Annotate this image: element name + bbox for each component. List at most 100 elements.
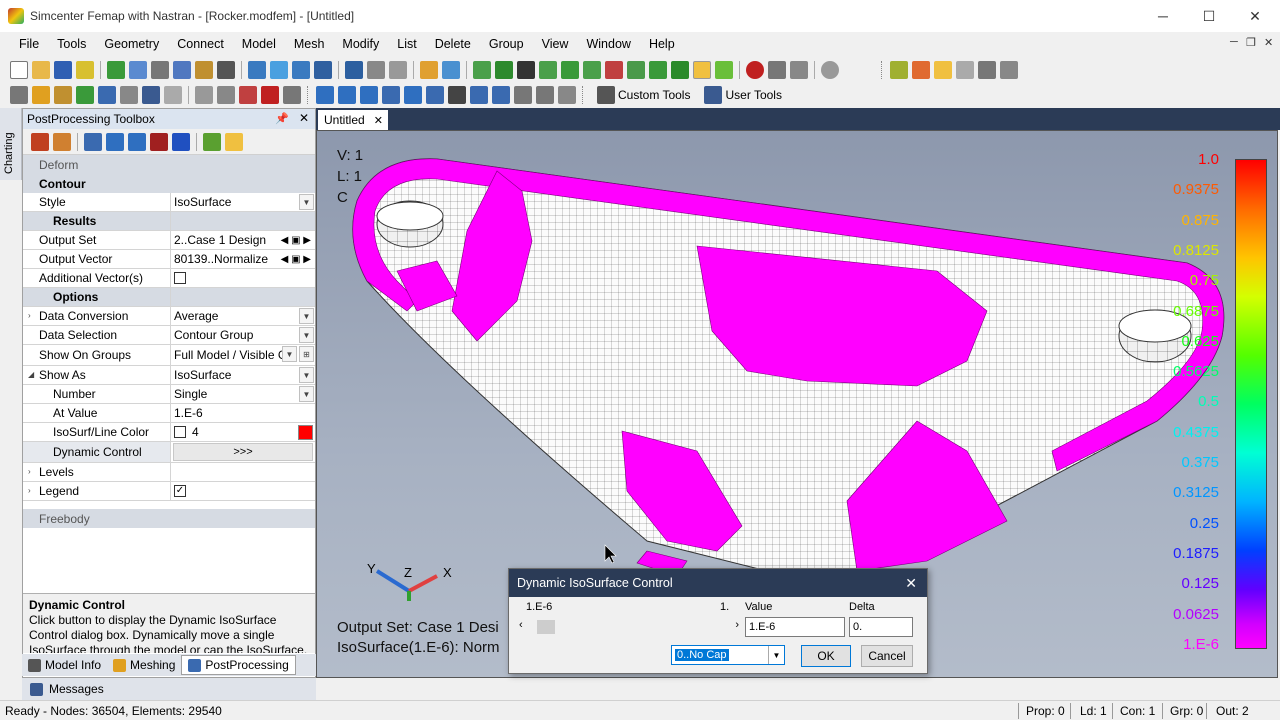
row-output-vector[interactable]: Output Vector 80139..Normalize ◀ ▣ ▶ <box>23 250 315 269</box>
toolbox-box-icon[interactable] <box>172 132 190 151</box>
custom-tools-button[interactable]: Custom Tools <box>595 86 690 104</box>
stop-icon[interactable] <box>746 61 764 79</box>
open-icon[interactable] <box>32 61 50 79</box>
toolbar-grip[interactable] <box>881 61 884 79</box>
freebody-icon[interactable] <box>1000 61 1018 79</box>
menu-window[interactable]: Window <box>577 37 639 51</box>
menu-tools[interactable]: Tools <box>48 37 95 51</box>
menu-delete[interactable]: Delete <box>426 37 480 51</box>
new-icon[interactable] <box>10 61 28 79</box>
redo-icon[interactable] <box>129 61 147 79</box>
row-dynamic-control[interactable]: Dynamic Control >>> <box>23 442 315 463</box>
copy-icon[interactable] <box>195 61 213 79</box>
cap-select[interactable]: 0..No Cap ▼ <box>671 645 785 665</box>
charting-icon[interactable] <box>76 86 94 104</box>
pick-query-icon[interactable] <box>195 86 213 104</box>
api-icon[interactable] <box>98 86 116 104</box>
toolbox-model-icon[interactable] <box>150 132 168 151</box>
menu-modify[interactable]: Modify <box>333 37 388 51</box>
mdi-close-icon[interactable]: ✕ <box>1264 36 1273 49</box>
menu-geometry[interactable]: Geometry <box>95 37 168 51</box>
mdi-minimize-icon[interactable]: ─ <box>1230 36 1238 48</box>
entity-editor-icon[interactable] <box>32 86 50 104</box>
save-icon[interactable] <box>54 61 72 79</box>
row-data-conversion[interactable]: › Data Conversion Average ▼ <box>23 307 315 326</box>
chevron-down-icon[interactable]: ▼ <box>768 646 784 664</box>
chevron-down-icon[interactable]: ▼ <box>299 194 314 210</box>
entity-info-icon[interactable] <box>142 86 160 104</box>
align-left-icon[interactable] <box>316 86 334 104</box>
value-slider[interactable]: ‹ › <box>519 619 739 635</box>
slider-left-arrow-icon[interactable]: ‹ <box>519 619 523 631</box>
refresh-icon[interactable] <box>248 61 266 79</box>
charting-side-tab[interactable]: Charting <box>0 108 22 180</box>
expand-arrow-icon[interactable]: › <box>28 486 31 495</box>
tab-model-info[interactable]: Model Info <box>22 655 107 675</box>
pin-icon[interactable]: 📌 <box>275 112 289 125</box>
gear-icon[interactable] <box>492 86 510 104</box>
group-select-icon[interactable]: ⊞ <box>299 346 314 362</box>
minimize-button[interactable]: ─ <box>1140 0 1186 32</box>
check-icon[interactable] <box>583 61 601 79</box>
delta-input[interactable]: 0. <box>849 617 913 637</box>
toolbox-animate-icon[interactable] <box>225 132 243 151</box>
toolbox-tool-icon[interactable] <box>31 132 49 151</box>
messages-tab[interactable]: Messages <box>22 678 316 700</box>
message-icon[interactable] <box>283 86 301 104</box>
layout-icon[interactable] <box>978 61 996 79</box>
row-at-value[interactable]: At Value 1.E-6 <box>23 404 315 423</box>
toolbox-align-icon[interactable] <box>128 132 146 151</box>
chevron-down-icon[interactable]: ▼ <box>282 346 297 362</box>
tab-postprocessing[interactable]: PostProcessing <box>181 655 296 675</box>
menu-model[interactable]: Model <box>233 37 285 51</box>
document-icon[interactable] <box>558 86 576 104</box>
row-show-on-groups[interactable]: Show On Groups Full Model / Visible G ▼ ⊞ <box>23 345 315 366</box>
data-selection-dropdown[interactable]: Contour Group ▼ <box>171 326 315 344</box>
show-as-dropdown[interactable]: IsoSurface ▼ <box>171 366 315 384</box>
print-icon[interactable] <box>76 61 94 79</box>
node-icon[interactable] <box>539 61 557 79</box>
row-levels[interactable]: › Levels <box>23 463 315 482</box>
distribute-icon[interactable] <box>360 86 378 104</box>
animate-icon[interactable] <box>934 61 952 79</box>
move-icon[interactable] <box>173 61 191 79</box>
load-icon[interactable] <box>649 61 667 79</box>
toolbox-postprocess-icon[interactable] <box>203 132 221 151</box>
collapse-arrow-icon[interactable]: ◢ <box>28 370 34 379</box>
show-on-groups-dropdown[interactable]: Full Model / Visible G ▼ ⊞ <box>171 345 315 365</box>
close-icon[interactable]: ✕ <box>374 114 383 127</box>
additional-vectors-checkbox[interactable] <box>174 272 186 284</box>
window-icon[interactable] <box>448 86 466 104</box>
color-icon[interactable] <box>239 86 257 104</box>
row-isosurf-color[interactable]: IsoSurf/Line Color 4 <box>23 423 315 442</box>
tab-meshing[interactable]: Meshing <box>107 655 181 675</box>
isosurf-color-field[interactable]: 4 <box>171 423 315 441</box>
chevron-down-icon[interactable]: ▼ <box>299 386 314 402</box>
toolbox-group-icon[interactable] <box>106 132 124 151</box>
row-show-as[interactable]: ◢ Show As IsoSurface ▼ <box>23 366 315 385</box>
align-icon[interactable] <box>338 86 356 104</box>
row-number[interactable]: Number Single ▼ <box>23 385 315 404</box>
cancel-button[interactable]: Cancel <box>861 645 913 667</box>
tile-icon[interactable] <box>404 86 422 104</box>
output-vector-nav-icon[interactable]: ◀ ▣ ▶ <box>281 254 311 265</box>
value-input[interactable]: 1.E-6 <box>745 617 845 637</box>
zoom-icon[interactable] <box>314 61 332 79</box>
user-tools-button[interactable]: User Tools <box>702 86 782 104</box>
paste-icon[interactable] <box>217 61 235 79</box>
color-swatch[interactable] <box>298 425 313 440</box>
menu-list[interactable]: List <box>388 37 425 51</box>
model-info-icon[interactable] <box>10 86 28 104</box>
at-value-field[interactable]: 1.E-6 <box>171 404 315 422</box>
isosurf-color-checkbox[interactable] <box>174 426 186 438</box>
contour-icon[interactable] <box>912 61 930 79</box>
rotate-icon[interactable] <box>270 61 288 79</box>
style-dropdown[interactable]: IsoSurface ▼ <box>171 193 315 211</box>
snap-icon[interactable] <box>821 61 839 79</box>
ok-button[interactable]: OK <box>801 645 851 667</box>
view-cube-icon[interactable] <box>389 61 407 79</box>
table-icon[interactable] <box>426 86 444 104</box>
dialog-close-icon[interactable]: ✕ <box>905 575 917 592</box>
output-set-field[interactable]: 2..Case 1 Design ◀ ▣ ▶ <box>171 231 315 249</box>
deform-icon[interactable] <box>956 61 974 79</box>
